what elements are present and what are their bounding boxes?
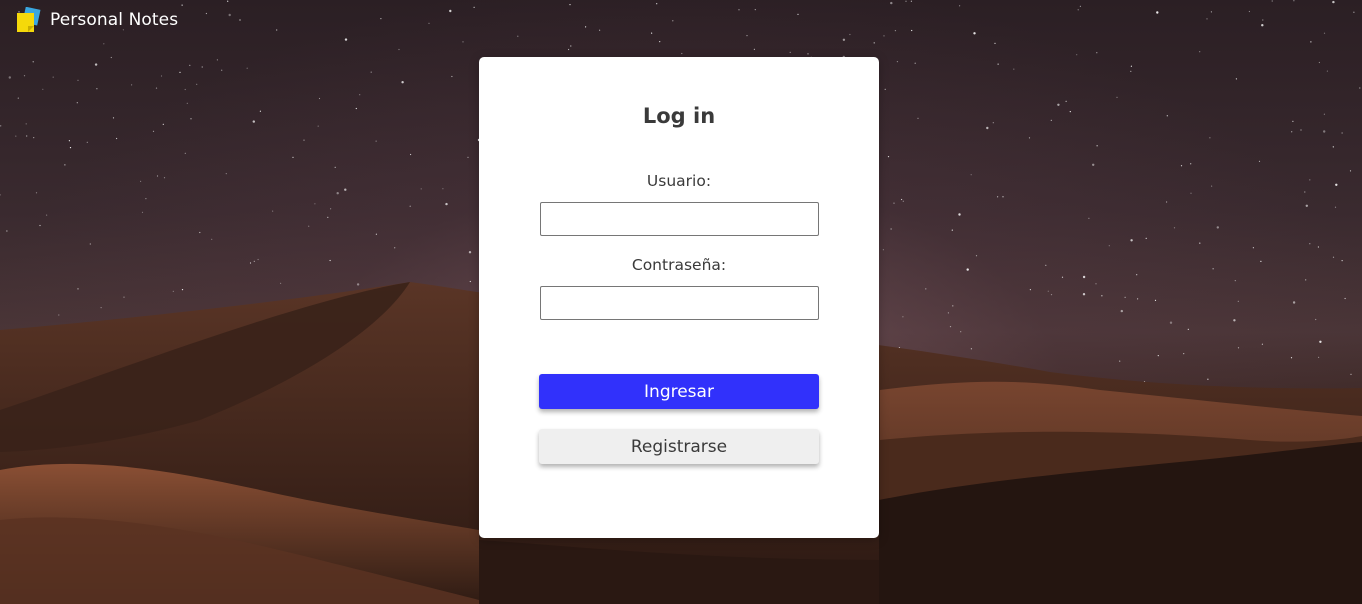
app-brand[interactable]: Personal Notes: [16, 6, 178, 34]
sticky-notes-icon: [17, 7, 41, 32]
username-label: Usuario:: [646, 172, 712, 190]
login-title: Log in: [642, 104, 716, 128]
register-button[interactable]: Registrarse: [539, 429, 819, 464]
login-page: Personal Notes Log in Usuario: Contraseñ…: [0, 0, 1362, 604]
login-card: Log in Usuario: Contraseña: Ingresar Reg…: [479, 57, 879, 538]
app-name: Personal Notes: [50, 10, 179, 30]
password-input[interactable]: [540, 286, 819, 320]
username-input[interactable]: [540, 202, 819, 236]
login-submit-button[interactable]: Ingresar: [539, 374, 819, 409]
password-label: Contraseña:: [631, 256, 727, 274]
